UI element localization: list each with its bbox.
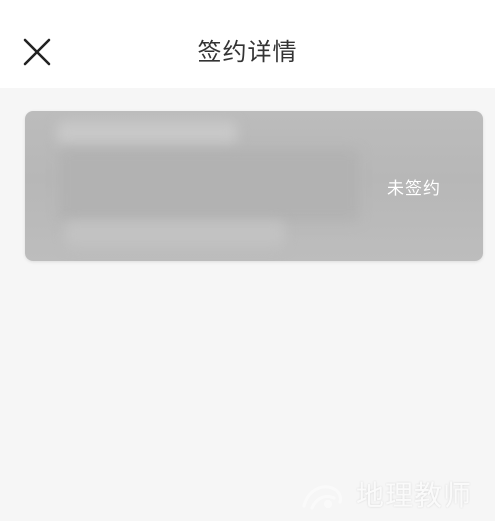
blurred-content <box>59 149 359 221</box>
contract-card[interactable]: 未签约 <box>25 111 483 261</box>
main-content: 未签约 <box>0 88 495 521</box>
watermark-logo-icon <box>302 485 342 510</box>
blurred-content <box>57 121 237 145</box>
status-badge: 未签约 <box>387 179 441 199</box>
watermark: 地理教师 <box>298 472 493 520</box>
page-title: 签约详情 <box>197 38 298 66</box>
watermark-text: 地理教师 <box>356 479 473 512</box>
blurred-content <box>65 221 285 247</box>
top-nav-bar: 签约详情 <box>0 0 495 88</box>
